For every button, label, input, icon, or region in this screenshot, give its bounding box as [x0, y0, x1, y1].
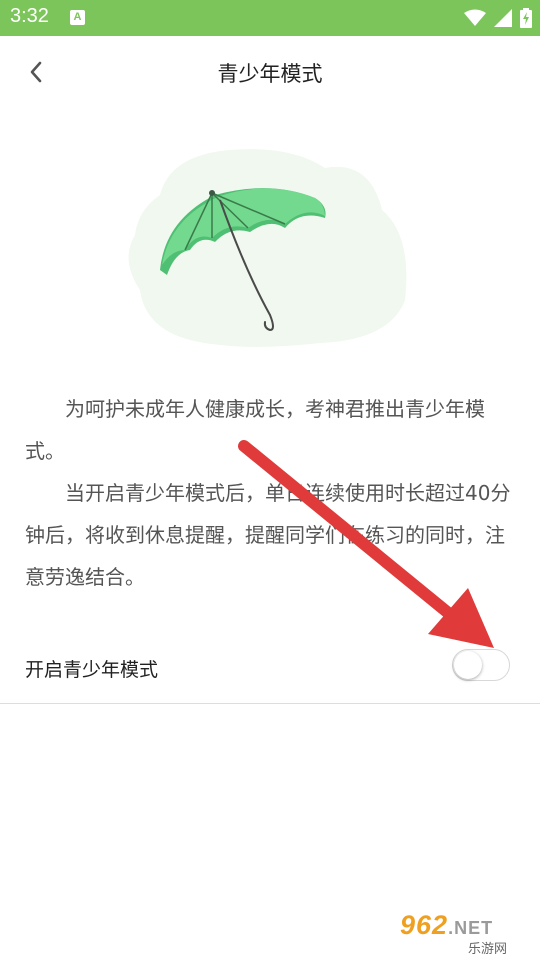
watermark-suffix: .NET — [448, 918, 494, 938]
app-notification-icon: A — [70, 10, 85, 25]
watermark-number: 962.NET — [400, 910, 493, 941]
toggle-knob — [454, 651, 482, 679]
signal-icon — [494, 9, 512, 27]
battery-icon — [520, 8, 532, 28]
wifi-icon — [464, 9, 486, 26]
divider — [0, 703, 540, 704]
youth-mode-toggle[interactable] — [452, 649, 510, 681]
umbrella-icon — [128, 149, 407, 347]
header: 青少年模式 — [0, 36, 540, 108]
watermark-sub: 乐游网 — [468, 942, 508, 957]
description-paragraph-2: 当开启青少年模式后，单日连续使用时长超过40分钟后，将收到休息提醒，提醒同学们在… — [25, 481, 511, 589]
illustration — [120, 140, 420, 355]
page-title: 青少年模式 — [217, 62, 323, 86]
youth-mode-toggle-row: 开启青少年模式 — [0, 635, 540, 701]
status-bar: 3:32 A — [0, 0, 540, 36]
toggle-label: 开启青少年模式 — [25, 659, 159, 681]
status-icons — [464, 7, 532, 29]
watermark-number-text: 962 — [400, 910, 449, 940]
description-paragraph-1: 为呵护未成年人健康成长，考神君推出青少年模式。 — [25, 397, 485, 463]
status-time: 3:32 — [10, 5, 49, 27]
watermark-logo: 962.NET 乐游网 — [400, 910, 535, 957]
description: 为呵护未成年人健康成长，考神君推出青少年模式。 当开启青少年模式后，单日连续使用… — [25, 388, 515, 598]
